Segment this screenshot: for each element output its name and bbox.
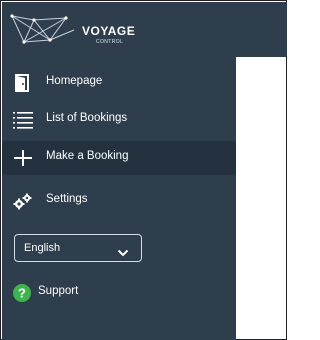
sidebar-item-homepage[interactable]: Homepage	[2, 66, 236, 100]
door-icon	[12, 73, 34, 93]
support-label: Support	[38, 285, 79, 297]
chevron-down-icon	[117, 244, 129, 262]
language-selected-value: English	[24, 242, 61, 254]
plus-icon	[12, 148, 34, 168]
brand-logo[interactable]: VOYAGE CONTROL	[10, 12, 170, 52]
gears-icon	[12, 191, 34, 211]
brand-title: VOYAGE	[82, 24, 136, 38]
app-window: VOYAGE CONTROL Homepage List of Bookings…	[0, 0, 287, 340]
question-circle-icon: ?	[12, 283, 34, 303]
sidebar: VOYAGE CONTROL Homepage List of Bookings…	[2, 2, 236, 340]
support-link[interactable]: ? Support	[2, 276, 236, 310]
sidebar-item-label: List of Bookings	[46, 112, 128, 124]
brand-subtitle: CONTROL	[96, 39, 124, 45]
language-select[interactable]: English	[14, 234, 142, 262]
sidebar-item-list-of-bookings[interactable]: List of Bookings	[2, 103, 236, 137]
list-icon	[12, 110, 34, 130]
network-logo-icon	[10, 14, 75, 44]
sidebar-item-label: Settings	[46, 193, 88, 205]
sidebar-item-label: Homepage	[46, 75, 103, 87]
sidebar-item-make-a-booking[interactable]: Make a Booking	[2, 141, 236, 175]
svg-text:?: ?	[18, 286, 26, 301]
sidebar-item-label: Make a Booking	[46, 150, 129, 162]
sidebar-item-settings[interactable]: Settings	[2, 184, 236, 218]
